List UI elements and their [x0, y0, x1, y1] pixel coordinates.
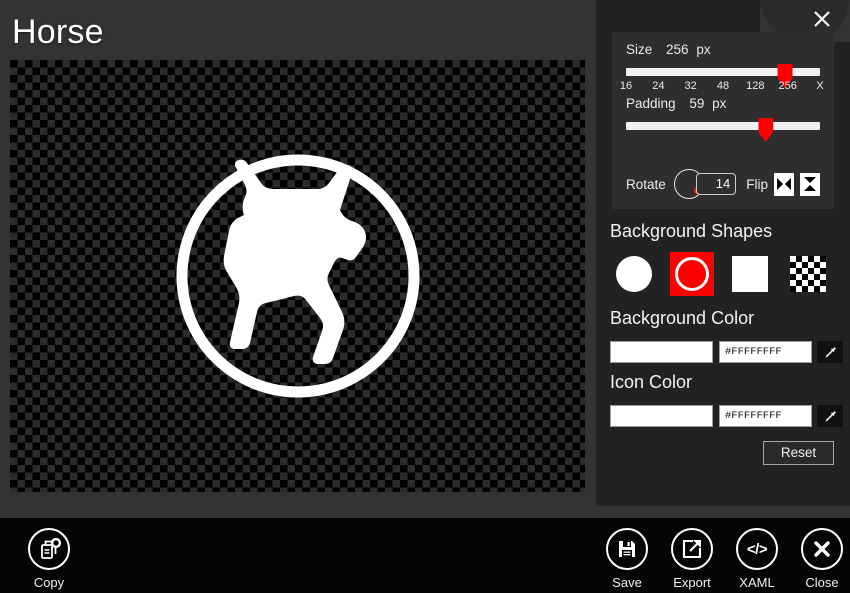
rotate-value-input[interactable]: 14: [696, 173, 737, 195]
background-color-title: Background Color: [610, 308, 754, 329]
padding-label-row: Padding 59 px: [626, 96, 820, 111]
size-unit: px: [696, 42, 710, 57]
settings-panel: Size 256 px 16 24 32 48 128 256 X Padding 59 p…: [596, 0, 850, 506]
flip-vertical-icon[interactable]: [800, 173, 820, 196]
xaml-button-label: XAML: [739, 575, 774, 590]
icon-color-row: #FFFFFFFF: [610, 405, 843, 427]
page-title: Horse: [12, 12, 104, 52]
shape-option-circle-outline[interactable]: [670, 252, 714, 296]
x-mark-icon: [801, 528, 843, 570]
app-bar: Copy Save: [0, 518, 850, 593]
save-button-label: Save: [612, 575, 642, 590]
padding-value: 59: [689, 96, 704, 111]
background-shapes-title: Background Shapes: [610, 221, 772, 242]
copy-settings-icon: [28, 528, 70, 570]
circle-filled-icon: [616, 256, 652, 292]
close-button-label: Close: [805, 575, 838, 590]
copy-button[interactable]: Copy: [6, 528, 92, 590]
size-label-row: Size 256 px: [626, 42, 820, 57]
padding-unit: px: [712, 96, 726, 111]
floppy-disk-icon: [606, 528, 648, 570]
background-color-hex-input[interactable]: #FFFFFFFF: [719, 341, 812, 363]
rotate-label: Rotate: [626, 177, 666, 192]
padding-label: Padding: [626, 96, 676, 111]
size-slider-ticks: 16243248128256X: [626, 80, 820, 94]
padding-slider[interactable]: [626, 122, 820, 130]
square-filled-icon: [732, 256, 768, 292]
background-color-swatch[interactable]: [610, 341, 713, 363]
flip-label: Flip: [746, 177, 768, 192]
size-tick-32: 32: [685, 80, 697, 92]
circle-outline-icon: [675, 257, 709, 291]
code-brackets-icon: </>: [736, 528, 778, 570]
size-tick-16: 16: [620, 80, 632, 92]
size-label: Size: [626, 42, 652, 57]
shape-option-checkerboard[interactable]: [786, 252, 830, 296]
code-brackets-glyph: </>: [747, 541, 767, 558]
horse-icon: [223, 160, 365, 364]
padding-slider-thumb[interactable]: [758, 118, 773, 142]
background-shapes-options: [612, 252, 830, 296]
close-button[interactable]: Close: [779, 528, 850, 590]
copy-button-label: Copy: [34, 575, 64, 590]
background-color-eyedropper-icon[interactable]: [817, 341, 843, 363]
size-tick-x: X: [816, 80, 823, 92]
background-color-row: #FFFFFFFF: [610, 341, 843, 363]
horse-icon-preview: [170, 148, 426, 404]
export-button-label: Export: [673, 575, 711, 590]
size-tick-256: 256: [778, 80, 796, 92]
size-value: 256: [666, 42, 689, 57]
checkerboard-icon: [790, 256, 826, 292]
icon-color-hex-input[interactable]: #FFFFFFFF: [719, 405, 812, 427]
close-x-icon[interactable]: [802, 0, 842, 38]
icon-color-title: Icon Color: [610, 372, 692, 393]
size-tick-128: 128: [746, 80, 764, 92]
flip-horizontal-icon[interactable]: [774, 173, 794, 196]
shape-option-square-filled[interactable]: [728, 252, 772, 296]
rotate-flip-row: Rotate 14 Flip: [626, 169, 820, 199]
app-window: Horse Size 256 px: [0, 0, 850, 593]
workspace: Horse: [0, 0, 596, 518]
reset-button[interactable]: Reset: [763, 441, 834, 465]
export-arrow-icon: [671, 528, 713, 570]
icon-color-swatch[interactable]: [610, 405, 713, 427]
icon-color-eyedropper-icon[interactable]: [817, 405, 843, 427]
transform-settings-box: Size 256 px 16 24 32 48 128 256 X Padding 59 p…: [612, 32, 834, 209]
size-tick-24: 24: [652, 80, 664, 92]
size-tick-48: 48: [717, 80, 729, 92]
size-slider[interactable]: [626, 68, 820, 76]
icon-preview-canvas[interactable]: [10, 60, 585, 492]
shape-option-circle-filled[interactable]: [612, 252, 656, 296]
